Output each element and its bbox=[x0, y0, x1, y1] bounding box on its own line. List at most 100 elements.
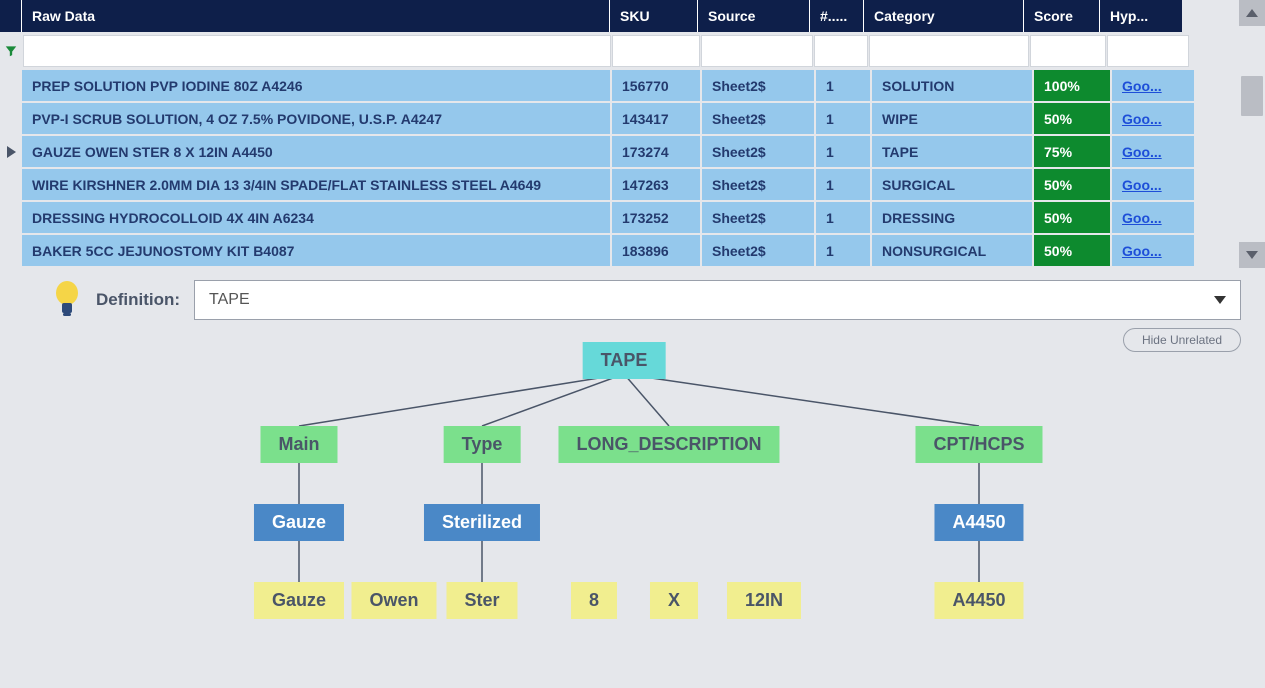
filter-hyperlink[interactable] bbox=[1107, 35, 1189, 67]
filter-count[interactable] bbox=[814, 35, 868, 67]
chevron-down-icon bbox=[1214, 291, 1226, 309]
rows-container: PREP SOLUTION PVP IODINE 80Z A4246156770… bbox=[0, 70, 1239, 266]
cell-raw: DRESSING HYDROCOLLOID 4X 4IN A6234 bbox=[22, 202, 610, 233]
cell-score: 75% bbox=[1034, 136, 1110, 167]
hyperlink[interactable]: Goo... bbox=[1122, 111, 1162, 127]
cell-score: 50% bbox=[1034, 202, 1110, 233]
cell-count: 1 bbox=[816, 202, 870, 233]
tree-type-value[interactable]: Sterilized bbox=[424, 504, 540, 541]
header-source[interactable]: Source bbox=[698, 0, 810, 32]
tree-cat-type[interactable]: Type bbox=[444, 426, 521, 463]
row-indicator[interactable] bbox=[0, 103, 22, 134]
hyperlink[interactable]: Goo... bbox=[1122, 177, 1162, 193]
header-count[interactable]: #..... bbox=[810, 0, 864, 32]
tree-connectors bbox=[24, 334, 1241, 664]
table-row[interactable]: WIRE KIRSHNER 2.0MM DIA 13 3/4IN SPADE/F… bbox=[0, 169, 1239, 200]
table-row[interactable]: PREP SOLUTION PVP IODINE 80Z A4246156770… bbox=[0, 70, 1239, 101]
tree-leaf[interactable]: Owen bbox=[351, 582, 436, 619]
tree-cpt-value[interactable]: A4450 bbox=[934, 504, 1023, 541]
row-indicator[interactable] bbox=[0, 169, 22, 200]
cell-count: 1 bbox=[816, 70, 870, 101]
tree-cat-main[interactable]: Main bbox=[260, 426, 337, 463]
scroll-thumb[interactable] bbox=[1241, 76, 1263, 116]
cell-sku: 183896 bbox=[612, 235, 700, 266]
cell-count: 1 bbox=[816, 103, 870, 134]
cell-hyperlink[interactable]: Goo... bbox=[1112, 202, 1194, 233]
definition-row: Definition: TAPE bbox=[24, 280, 1241, 320]
cell-score: 50% bbox=[1034, 103, 1110, 134]
scroll-down-button[interactable] bbox=[1239, 242, 1265, 268]
tree-leaf[interactable]: 8 bbox=[571, 582, 617, 619]
cell-category: WIPE bbox=[872, 103, 1032, 134]
lightbulb-icon bbox=[52, 280, 82, 320]
cell-sku: 147263 bbox=[612, 169, 700, 200]
tree-leaf[interactable]: A4450 bbox=[934, 582, 1023, 619]
tree-leaf[interactable]: Gauze bbox=[254, 582, 344, 619]
cell-score: 100% bbox=[1034, 70, 1110, 101]
hyperlink[interactable]: Goo... bbox=[1122, 243, 1162, 259]
definition-panel: Definition: TAPE Hide Unrelated TA bbox=[0, 268, 1265, 688]
cell-raw: PVP-I SCRUB SOLUTION, 4 OZ 7.5% POVIDONE… bbox=[22, 103, 610, 134]
tree-leaf[interactable]: Ster bbox=[446, 582, 517, 619]
cell-score: 50% bbox=[1034, 235, 1110, 266]
scroll-track[interactable] bbox=[1239, 26, 1265, 242]
cell-sku: 156770 bbox=[612, 70, 700, 101]
cell-hyperlink[interactable]: Goo... bbox=[1112, 169, 1194, 200]
definition-label: Definition: bbox=[96, 290, 180, 310]
hyperlink[interactable]: Goo... bbox=[1122, 210, 1162, 226]
cell-source: Sheet2$ bbox=[702, 235, 814, 266]
cell-category: DRESSING bbox=[872, 202, 1032, 233]
cell-hyperlink[interactable]: Goo... bbox=[1112, 136, 1194, 167]
data-grid-container: Raw Data SKU Source #..... Category Scor… bbox=[0, 0, 1265, 268]
tree-cat-longdesc[interactable]: LONG_DESCRIPTION bbox=[558, 426, 779, 463]
filter-raw[interactable] bbox=[23, 35, 611, 67]
cell-raw: BAKER 5CC JEJUNOSTOMY KIT B4087 bbox=[22, 235, 610, 266]
cell-source: Sheet2$ bbox=[702, 202, 814, 233]
table-row[interactable]: GAUZE OWEN STER 8 X 12IN A4450173274Shee… bbox=[0, 136, 1239, 167]
tree-leaf[interactable]: 12IN bbox=[727, 582, 801, 619]
scroll-up-button[interactable] bbox=[1239, 0, 1265, 26]
header-raw-data[interactable]: Raw Data bbox=[22, 0, 610, 32]
filter-source[interactable] bbox=[701, 35, 813, 67]
cell-raw: GAUZE OWEN STER 8 X 12IN A4450 bbox=[22, 136, 610, 167]
tree-area: TAPE Main Type LONG_DESCRIPTION CPT/HCPS… bbox=[24, 334, 1241, 664]
vertical-scrollbar[interactable] bbox=[1239, 0, 1265, 268]
filter-icon bbox=[4, 44, 18, 58]
header-category[interactable]: Category bbox=[864, 0, 1024, 32]
hyperlink[interactable]: Goo... bbox=[1122, 78, 1162, 94]
header-score[interactable]: Score bbox=[1024, 0, 1100, 32]
tree-leaf[interactable]: X bbox=[650, 582, 698, 619]
hyperlink[interactable]: Goo... bbox=[1122, 144, 1162, 160]
cell-raw: WIRE KIRSHNER 2.0MM DIA 13 3/4IN SPADE/F… bbox=[22, 169, 610, 200]
cell-source: Sheet2$ bbox=[702, 169, 814, 200]
row-indicator[interactable] bbox=[0, 235, 22, 266]
cell-hyperlink[interactable]: Goo... bbox=[1112, 70, 1194, 101]
row-indicator[interactable] bbox=[0, 202, 22, 233]
table-row[interactable]: BAKER 5CC JEJUNOSTOMY KIT B4087183896She… bbox=[0, 235, 1239, 266]
tree-root[interactable]: TAPE bbox=[583, 342, 666, 379]
cell-count: 1 bbox=[816, 169, 870, 200]
cell-hyperlink[interactable]: Goo... bbox=[1112, 103, 1194, 134]
row-indicator[interactable] bbox=[0, 70, 22, 101]
cell-sku: 143417 bbox=[612, 103, 700, 134]
filter-row bbox=[0, 32, 1239, 70]
cell-sku: 173252 bbox=[612, 202, 700, 233]
cell-sku: 173274 bbox=[612, 136, 700, 167]
table-row[interactable]: DRESSING HYDROCOLLOID 4X 4IN A6234173252… bbox=[0, 202, 1239, 233]
filter-score[interactable] bbox=[1030, 35, 1106, 67]
cell-source: Sheet2$ bbox=[702, 70, 814, 101]
filter-category[interactable] bbox=[869, 35, 1029, 67]
header-indicator[interactable] bbox=[0, 0, 22, 32]
tree-cat-cpt[interactable]: CPT/HCPS bbox=[915, 426, 1042, 463]
filter-icon-cell[interactable] bbox=[0, 35, 22, 67]
table-row[interactable]: PVP-I SCRUB SOLUTION, 4 OZ 7.5% POVIDONE… bbox=[0, 103, 1239, 134]
data-grid: Raw Data SKU Source #..... Category Scor… bbox=[0, 0, 1239, 268]
header-sku[interactable]: SKU bbox=[610, 0, 698, 32]
cell-hyperlink[interactable]: Goo... bbox=[1112, 235, 1194, 266]
cell-score: 50% bbox=[1034, 169, 1110, 200]
definition-select[interactable]: TAPE bbox=[194, 280, 1241, 320]
tree-main-value[interactable]: Gauze bbox=[254, 504, 344, 541]
row-indicator[interactable] bbox=[0, 136, 22, 167]
filter-sku[interactable] bbox=[612, 35, 700, 67]
header-hyperlink[interactable]: Hyp... bbox=[1100, 0, 1182, 32]
